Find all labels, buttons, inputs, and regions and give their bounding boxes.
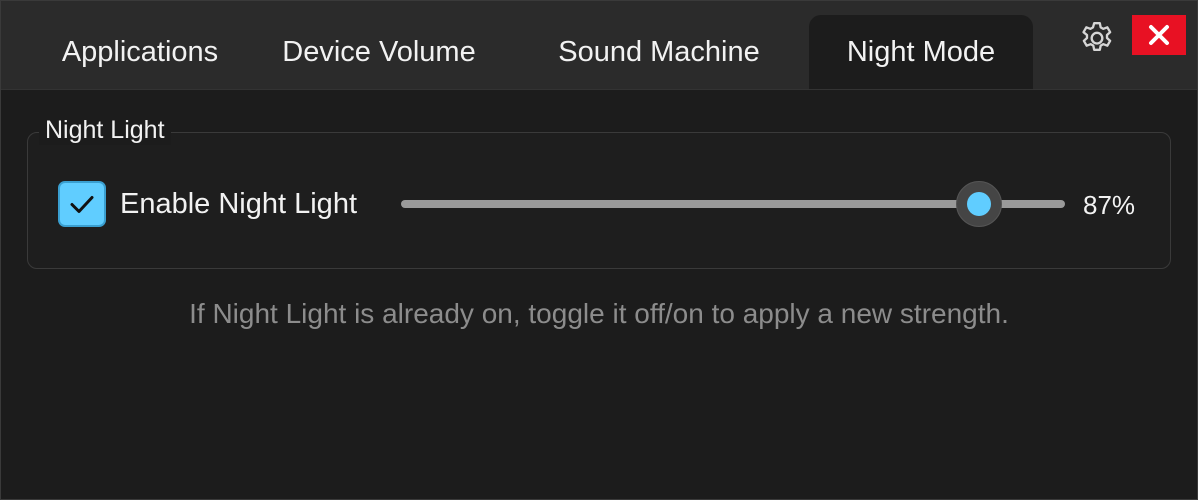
strength-value: 87% bbox=[1083, 190, 1136, 220]
settings-button[interactable] bbox=[1077, 19, 1117, 59]
checkmark-icon bbox=[70, 196, 94, 213]
close-button[interactable] bbox=[1132, 15, 1186, 55]
hint-text: If Night Light is already on, toggle it … bbox=[189, 298, 1009, 329]
close-icon bbox=[1149, 25, 1169, 45]
group-title: Night Light bbox=[39, 115, 171, 145]
enable-night-light-label[interactable]: Enable Night Light bbox=[120, 186, 357, 222]
app-window: Applications Device Volume Sound Machine… bbox=[0, 0, 1198, 500]
gear-icon bbox=[1082, 22, 1112, 51]
enable-night-light-checkbox[interactable] bbox=[58, 181, 106, 227]
tab-sound-machine[interactable]: Sound Machine bbox=[531, 15, 787, 89]
slider-thumb[interactable] bbox=[955, 181, 1002, 227]
strength-slider[interactable] bbox=[397, 181, 1069, 227]
tab-applications[interactable]: Applications bbox=[11, 15, 269, 89]
tab-night-mode[interactable]: Night Mode bbox=[809, 15, 1033, 89]
tab-bar: Applications Device Volume Sound Machine… bbox=[1, 1, 1197, 90]
tab-device-volume[interactable]: Device Volume bbox=[259, 15, 499, 89]
